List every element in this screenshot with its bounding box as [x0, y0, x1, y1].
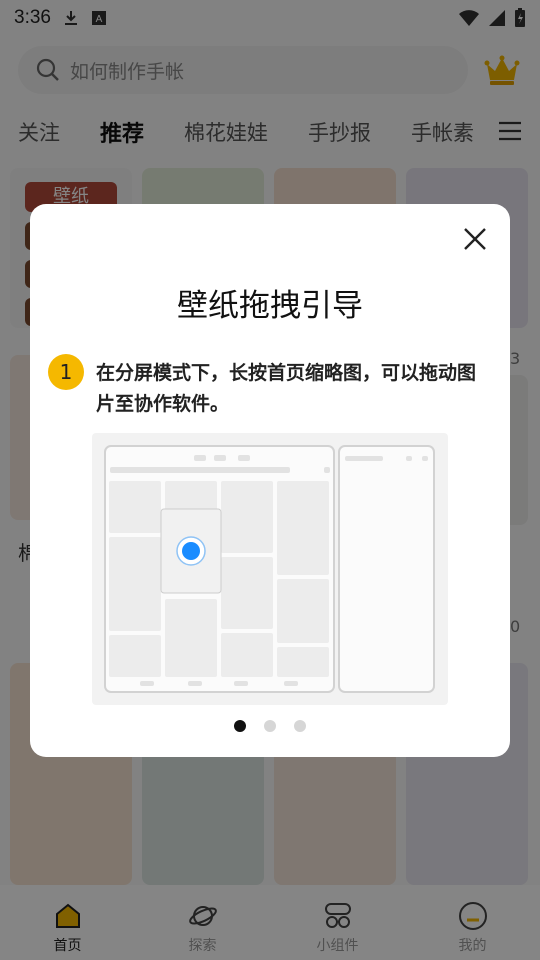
split-screen-diagram — [104, 445, 435, 693]
pager-dot[interactable] — [294, 720, 306, 732]
pager-dot[interactable] — [234, 720, 246, 732]
pager-dots — [30, 720, 510, 732]
close-icon[interactable] — [462, 226, 488, 252]
wallpaper-drag-guide-dialog: 壁纸拖拽引导 1 在分屏模式下，长按首页缩略图，可以拖动图片至协作软件。 — [30, 204, 510, 757]
split-screen-illustration — [92, 433, 448, 705]
pager-dot[interactable] — [264, 720, 276, 732]
step-description: 在分屏模式下，长按首页缩略图，可以拖动图片至协作软件。 — [96, 362, 477, 415]
step-number-badge: 1 — [48, 354, 84, 390]
dialog-title: 壁纸拖拽引导 — [177, 288, 363, 324]
